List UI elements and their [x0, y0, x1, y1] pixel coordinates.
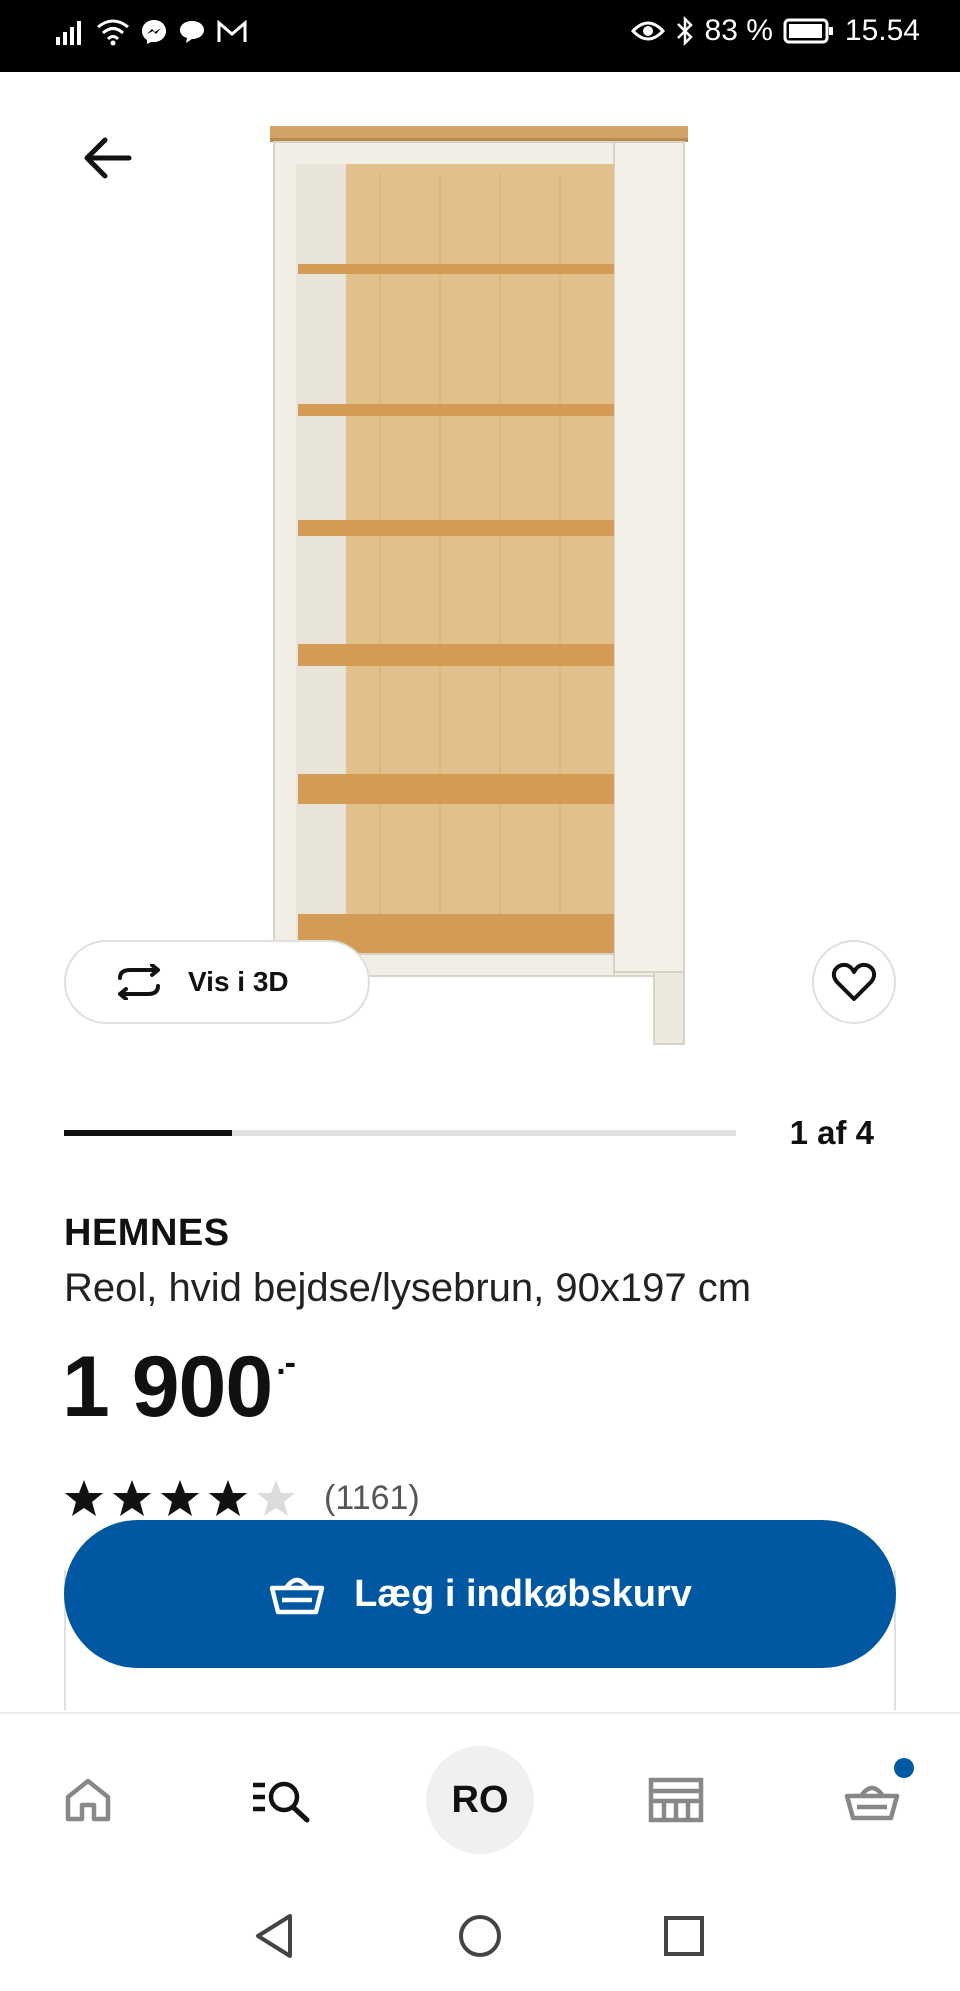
bluetooth-icon [676, 16, 693, 46]
chat-icon [180, 21, 204, 43]
star-empty-icon [257, 1480, 295, 1516]
nav-stores[interactable] [628, 1752, 724, 1848]
wifi-icon [97, 19, 129, 46]
add-to-cart-button[interactable]: Læg i indkøbskurv [64, 1520, 896, 1668]
view-in-3d-button[interactable]: Vis i 3D [64, 940, 370, 1024]
product-rating[interactable]: (1161) [64, 1478, 420, 1518]
review-count: (1161) [324, 1478, 420, 1517]
status-bar: 83 % 15.54 [0, 0, 960, 72]
back-button[interactable] [76, 126, 140, 190]
arrow-left-icon [84, 137, 132, 179]
status-right: 83 % 15.54 [630, 14, 920, 48]
price-suffix: .- [276, 1344, 296, 1382]
nav-search[interactable] [234, 1752, 330, 1848]
store-icon [648, 1777, 704, 1823]
star-filled-icon [161, 1480, 199, 1516]
search-list-icon [253, 1781, 310, 1823]
system-navigation [0, 1884, 960, 1991]
star-filled-icon [113, 1480, 151, 1516]
system-recents-button[interactable] [648, 1900, 720, 1972]
price-value: 1 900 [62, 1339, 273, 1435]
basket-badge [894, 1758, 914, 1778]
view-in-3d-label: Vis i 3D [188, 966, 289, 997]
star-filled-icon [209, 1480, 247, 1516]
add-to-cart-label: Læg i indkøbskurv [354, 1572, 692, 1615]
favorite-button[interactable] [812, 940, 896, 1024]
eye-icon [630, 21, 665, 41]
rating-stars [64, 1478, 296, 1518]
rotate-3d-icon [118, 964, 160, 1000]
system-back-button[interactable] [238, 1900, 310, 1972]
avatar-initials: RO [451, 1778, 509, 1821]
triangle-back-icon [256, 1914, 292, 1958]
gallery-progress-bar [64, 1130, 736, 1136]
home-icon [65, 1778, 111, 1822]
messenger-icon [142, 20, 166, 44]
bottom-navigation: RO [0, 1712, 960, 1884]
signal-icon [56, 21, 81, 45]
star-filled-icon [65, 1480, 103, 1516]
gallery-progress-fill [64, 1130, 232, 1136]
nav-basket[interactable] [824, 1752, 920, 1848]
gallery-counter: 1 af 4 [789, 1114, 874, 1151]
gmail-icon [217, 19, 247, 42]
basket-icon [269, 1577, 325, 1615]
battery-icon [783, 18, 833, 44]
clock: 15.54 [844, 14, 920, 47]
basket-icon [844, 1785, 900, 1821]
system-home-button[interactable] [444, 1900, 516, 1972]
profile-avatar[interactable]: RO [426, 1746, 534, 1854]
circle-home-icon [459, 1915, 501, 1957]
square-recents-icon [664, 1916, 704, 1956]
product-description: Reol, hvid bejdse/lysebrun, 90x197 cm [64, 1266, 752, 1310]
status-left-icons [56, 18, 248, 46]
product-name: HEMNES [64, 1212, 230, 1254]
product-image[interactable] [260, 124, 696, 1048]
battery-percent: 83 % [704, 14, 773, 47]
heart-icon [831, 962, 877, 1001]
product-price: 1 900 .- [62, 1338, 296, 1437]
nav-home[interactable] [40, 1752, 136, 1848]
